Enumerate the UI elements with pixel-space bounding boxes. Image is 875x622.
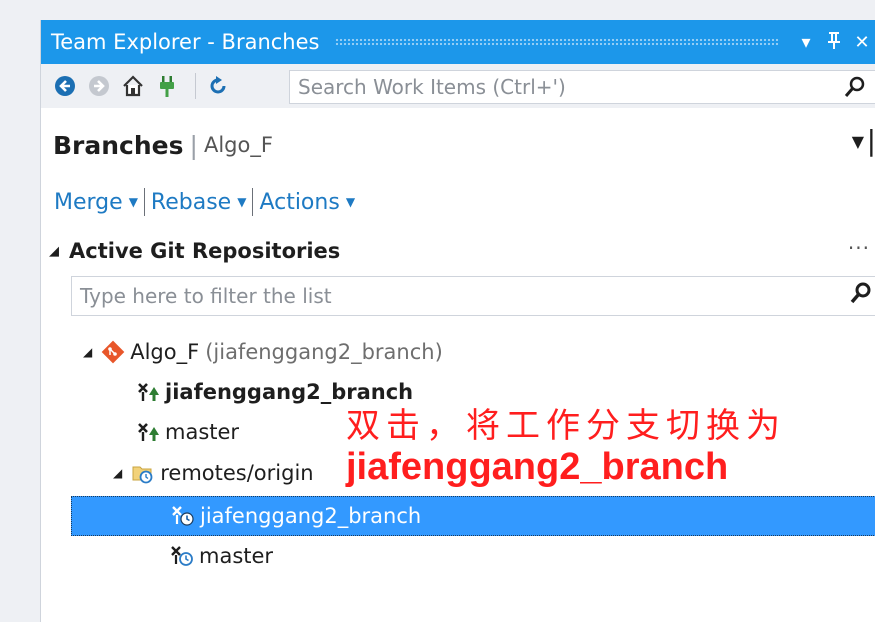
- remote-branch-master[interactable]: master: [41, 536, 875, 576]
- background-top: [0, 0, 875, 20]
- chevron-down-icon: ▼: [237, 195, 247, 209]
- branch-icon: [135, 419, 161, 445]
- page-menu-dropdown-icon[interactable]: ▼: [852, 132, 864, 151]
- filter-list-input[interactable]: Type here to filter the list: [71, 276, 875, 316]
- toolbar-separator: [195, 73, 196, 99]
- remote-branch-icon: [170, 503, 196, 529]
- title-bar[interactable]: Team Explorer - Branches ▾ ✕: [41, 20, 875, 64]
- annotation-branch-name: jiafenggang2_branch: [346, 446, 729, 488]
- repository-name: Algo_F: [203, 133, 273, 157]
- forward-icon[interactable]: [85, 72, 113, 100]
- repository-label: Algo_F: [130, 340, 200, 364]
- collapse-triangle-icon[interactable]: ◢: [83, 345, 92, 359]
- branch-actions-bar: Merge ▼ Rebase ▼ Actions ▼: [41, 180, 355, 224]
- title-divider: |: [189, 130, 198, 160]
- actions-divider: [143, 188, 145, 216]
- remotes-label: remotes/origin: [160, 461, 314, 485]
- page-header: Branches | Algo_F ▼ |: [41, 120, 875, 170]
- active-git-repositories-section[interactable]: ◢ Active Git Repositories ···: [49, 234, 875, 268]
- connect-icon[interactable]: [153, 72, 181, 100]
- team-explorer-panel: Team Explorer - Branches ▾ ✕ Search Work…: [40, 20, 875, 622]
- merge-dropdown[interactable]: Merge ▼: [54, 190, 138, 215]
- background-left: [0, 0, 40, 622]
- remote-branch-icon: [169, 543, 195, 569]
- window-title: Team Explorer - Branches: [51, 30, 320, 54]
- git-repository-icon: [100, 339, 126, 365]
- collapse-triangle-icon[interactable]: ◢: [113, 466, 122, 480]
- back-icon[interactable]: [51, 72, 79, 100]
- repository-node[interactable]: ◢ Algo_F (jiafenggang2_branch): [41, 332, 875, 372]
- filter-placeholder: Type here to filter the list: [80, 284, 332, 308]
- home-icon[interactable]: [119, 72, 147, 100]
- window-menu-dropdown-icon[interactable]: ▾: [792, 32, 820, 53]
- actions-divider: [252, 188, 254, 216]
- branch-label: jiafenggang2_branch: [200, 504, 422, 528]
- merge-label: Merge: [54, 189, 123, 215]
- remote-branch-jiafenggang2-branch[interactable]: jiafenggang2_branch: [71, 496, 875, 536]
- close-icon[interactable]: ✕: [848, 32, 875, 53]
- header-edge-glyph: |: [866, 124, 875, 157]
- more-options-icon[interactable]: ···: [848, 236, 870, 260]
- collapse-triangle-icon[interactable]: ◢: [49, 244, 59, 259]
- title-grip[interactable]: [335, 38, 780, 46]
- actions-dropdown[interactable]: Actions ▼: [259, 190, 355, 215]
- search-icon[interactable]: [844, 75, 866, 105]
- refresh-icon[interactable]: [204, 72, 232, 100]
- annotation-instruction: 双击，将工作分支切换为: [346, 406, 786, 446]
- chevron-down-icon: ▼: [345, 195, 356, 209]
- toolbar: Search Work Items (Ctrl+'): [41, 64, 875, 108]
- page-title[interactable]: Branches: [53, 131, 184, 160]
- rebase-dropdown[interactable]: Rebase ▼: [151, 190, 247, 215]
- search-work-items-input[interactable]: Search Work Items (Ctrl+'): [289, 70, 875, 104]
- section-title: Active Git Repositories: [69, 239, 341, 263]
- branch-icon: [135, 379, 161, 405]
- filter-search-icon[interactable]: [850, 281, 872, 311]
- branch-label: master: [199, 544, 274, 568]
- pin-icon[interactable]: [820, 31, 848, 54]
- branch-label: master: [165, 420, 240, 444]
- chevron-down-icon: ▼: [128, 195, 138, 209]
- repository-current-branch: (jiafenggang2_branch): [205, 340, 443, 364]
- actions-label: Actions: [259, 189, 340, 215]
- rebase-label: Rebase: [150, 189, 232, 215]
- search-placeholder: Search Work Items (Ctrl+'): [298, 75, 566, 99]
- remote-folder-icon: [130, 460, 156, 486]
